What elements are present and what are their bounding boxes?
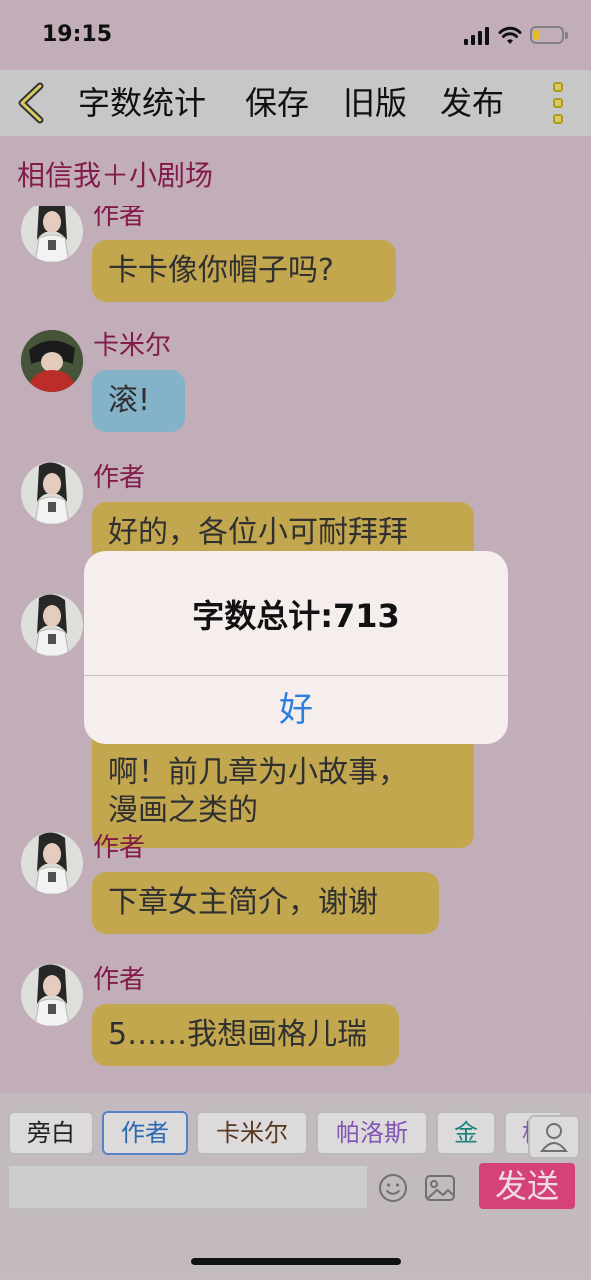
word-count-alert: 字数总计:713 好: [84, 551, 508, 744]
alert-ok-button[interactable]: 好: [84, 676, 508, 744]
home-indicator[interactable]: [191, 1258, 401, 1265]
alert-title: 字数总计:713: [192, 597, 400, 635]
